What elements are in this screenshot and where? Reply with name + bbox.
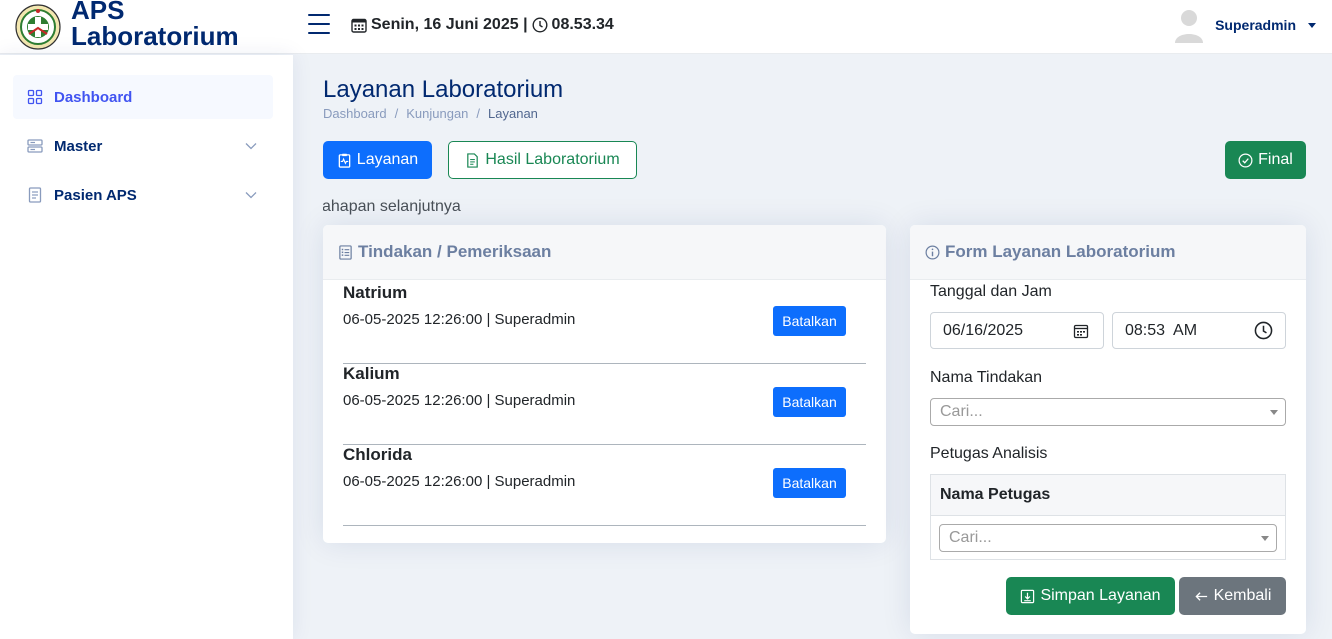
- petugas-select[interactable]: Cari...: [939, 524, 1277, 552]
- page-title: Layanan Laboratorium: [323, 76, 564, 103]
- sidebar-item-master[interactable]: Master: [13, 124, 273, 168]
- sidebar: Dashboard Master Pasien APS: [0, 55, 293, 639]
- hasil-laboratorium-button[interactable]: Hasil Laboratorium: [448, 141, 637, 179]
- tindakan-name: Kalium: [343, 364, 400, 383]
- clipboard-pulse-icon: [338, 153, 351, 168]
- batalkan-button[interactable]: Batalkan: [773, 468, 846, 498]
- arrow-left-icon: [1195, 591, 1207, 601]
- petugas-table-header: Nama Petugas: [931, 475, 1285, 516]
- check-circle-icon: [1238, 153, 1253, 167]
- final-button[interactable]: Final: [1225, 141, 1306, 179]
- tanggal-label: Tanggal dan Jam: [930, 283, 1052, 300]
- tindakan-card-header: Tindakan / Pemeriksaan: [323, 225, 886, 280]
- time-value: 08:53 AM: [1125, 321, 1198, 339]
- sidebar-item-pasien-aps[interactable]: Pasien APS: [13, 173, 273, 217]
- brand-title: APS Laboratorium: [71, 0, 239, 49]
- avatar: [1175, 10, 1204, 43]
- layanan-button-label: Layanan: [356, 151, 419, 168]
- simpan-layanan-button[interactable]: Simpan Layanan: [1006, 577, 1175, 615]
- tindakan-meta: 06-05-2025 12:26:00 | Superadmin: [343, 473, 576, 490]
- list-task-icon: [339, 244, 352, 260]
- info-circle-icon: [925, 245, 940, 259]
- nama-tindakan-select[interactable]: Cari...: [930, 398, 1286, 426]
- caret-down-icon: [1308, 22, 1316, 28]
- sidebar-item-label: Pasien APS: [54, 186, 137, 204]
- breadcrumb-layanan: Layanan: [488, 106, 538, 121]
- file-text-icon: [467, 152, 479, 168]
- list-item: Chlorida 06-05-2025 12:26:00 | Superadmi…: [343, 445, 866, 526]
- kembali-button-label: Kembali: [1213, 587, 1272, 604]
- petugas-placeholder: Cari...: [949, 529, 992, 546]
- tindakan-name: Chlorida: [343, 445, 412, 464]
- simpan-button-label: Simpan Layanan: [1040, 587, 1161, 604]
- petugas-table: Nama Petugas Cari...: [930, 474, 1286, 560]
- time-input[interactable]: 08:53 AM: [1112, 312, 1286, 349]
- layanan-button[interactable]: Layanan: [323, 141, 432, 179]
- calendar-icon: [351, 18, 367, 33]
- tindakan-card: Tindakan / Pemeriksaan Natrium 06-05-202…: [323, 225, 886, 543]
- final-button-label: Final: [1258, 151, 1293, 168]
- date-text: Senin, 16 Juni 2025 |: [371, 16, 528, 33]
- breadcrumb-dashboard[interactable]: Dashboard: [323, 106, 387, 121]
- tindakan-card-title: Tindakan / Pemeriksaan: [358, 242, 552, 261]
- nama-tindakan-placeholder: Cari...: [940, 403, 983, 420]
- clock-icon: [532, 17, 548, 33]
- breadcrumb-kunjungan[interactable]: Kunjungan: [406, 106, 468, 121]
- breadcrumb-separator: /: [476, 106, 481, 121]
- kembali-button[interactable]: Kembali: [1179, 577, 1286, 615]
- user-menu[interactable]: Superadmin: [1173, 7, 1316, 43]
- marquee-text: ahapan selanjutnya: [323, 198, 461, 215]
- breadcrumb: Dashboard / Kunjungan / Layanan: [323, 106, 538, 121]
- top-header: APS Laboratorium Senin, 16 Juni 2025 | 0…: [0, 0, 1332, 54]
- chevron-down-icon: [245, 143, 257, 150]
- info-marquee: ahapan selanjutnya: [323, 198, 1306, 218]
- clock-icon[interactable]: [1254, 321, 1273, 340]
- user-name: Superadmin: [1215, 17, 1296, 33]
- nama-tindakan-label: Nama Tindakan: [930, 369, 1043, 386]
- breadcrumb-separator: /: [394, 106, 399, 121]
- select-arrow-icon: [1261, 536, 1269, 541]
- clock-text: 08.53.34: [551, 16, 614, 33]
- form-card-title: Form Layanan Laboratorium: [945, 242, 1176, 261]
- sidebar-item-label: Dashboard: [54, 88, 133, 106]
- date-value: 06/16/2025: [943, 321, 1024, 339]
- list-item: Natrium 06-05-2025 12:26:00 | Superadmin…: [343, 283, 866, 364]
- form-card-header: Form Layanan Laboratorium: [910, 225, 1306, 280]
- brand-line-1: APS: [71, 0, 125, 25]
- batalkan-button[interactable]: Batalkan: [773, 387, 846, 417]
- tindakan-meta: 06-05-2025 12:26:00 | Superadmin: [343, 311, 576, 328]
- brand-line-2: Laboratorium: [71, 21, 239, 51]
- date-input[interactable]: 06/16/2025: [930, 312, 1104, 349]
- grid-icon: [27, 89, 43, 105]
- calendar-icon[interactable]: [1073, 323, 1089, 339]
- petugas-label: Petugas Analisis: [930, 445, 1048, 462]
- hasil-button-label: Hasil Laboratorium: [485, 151, 620, 168]
- form-layanan-card: Form Layanan Laboratorium Tanggal dan Ja…: [910, 225, 1306, 634]
- current-datetime: Senin, 16 Juni 2025 | 08.53.34: [351, 16, 614, 34]
- journal-icon: [28, 187, 42, 203]
- select-arrow-icon: [1270, 410, 1278, 415]
- batalkan-button[interactable]: Batalkan: [773, 306, 846, 336]
- sidebar-item-label: Master: [54, 137, 103, 155]
- sidebar-item-dashboard[interactable]: Dashboard: [13, 75, 273, 119]
- app-logo: [15, 4, 61, 50]
- tindakan-meta: 06-05-2025 12:26:00 | Superadmin: [343, 392, 576, 409]
- server-icon: [27, 139, 43, 153]
- tindakan-name: Natrium: [343, 283, 408, 302]
- list-item: Kalium 06-05-2025 12:26:00 | Superadmin …: [343, 364, 866, 445]
- download-icon: [1021, 589, 1035, 603]
- chevron-down-icon: [245, 192, 257, 199]
- menu-toggle-icon[interactable]: [308, 14, 330, 34]
